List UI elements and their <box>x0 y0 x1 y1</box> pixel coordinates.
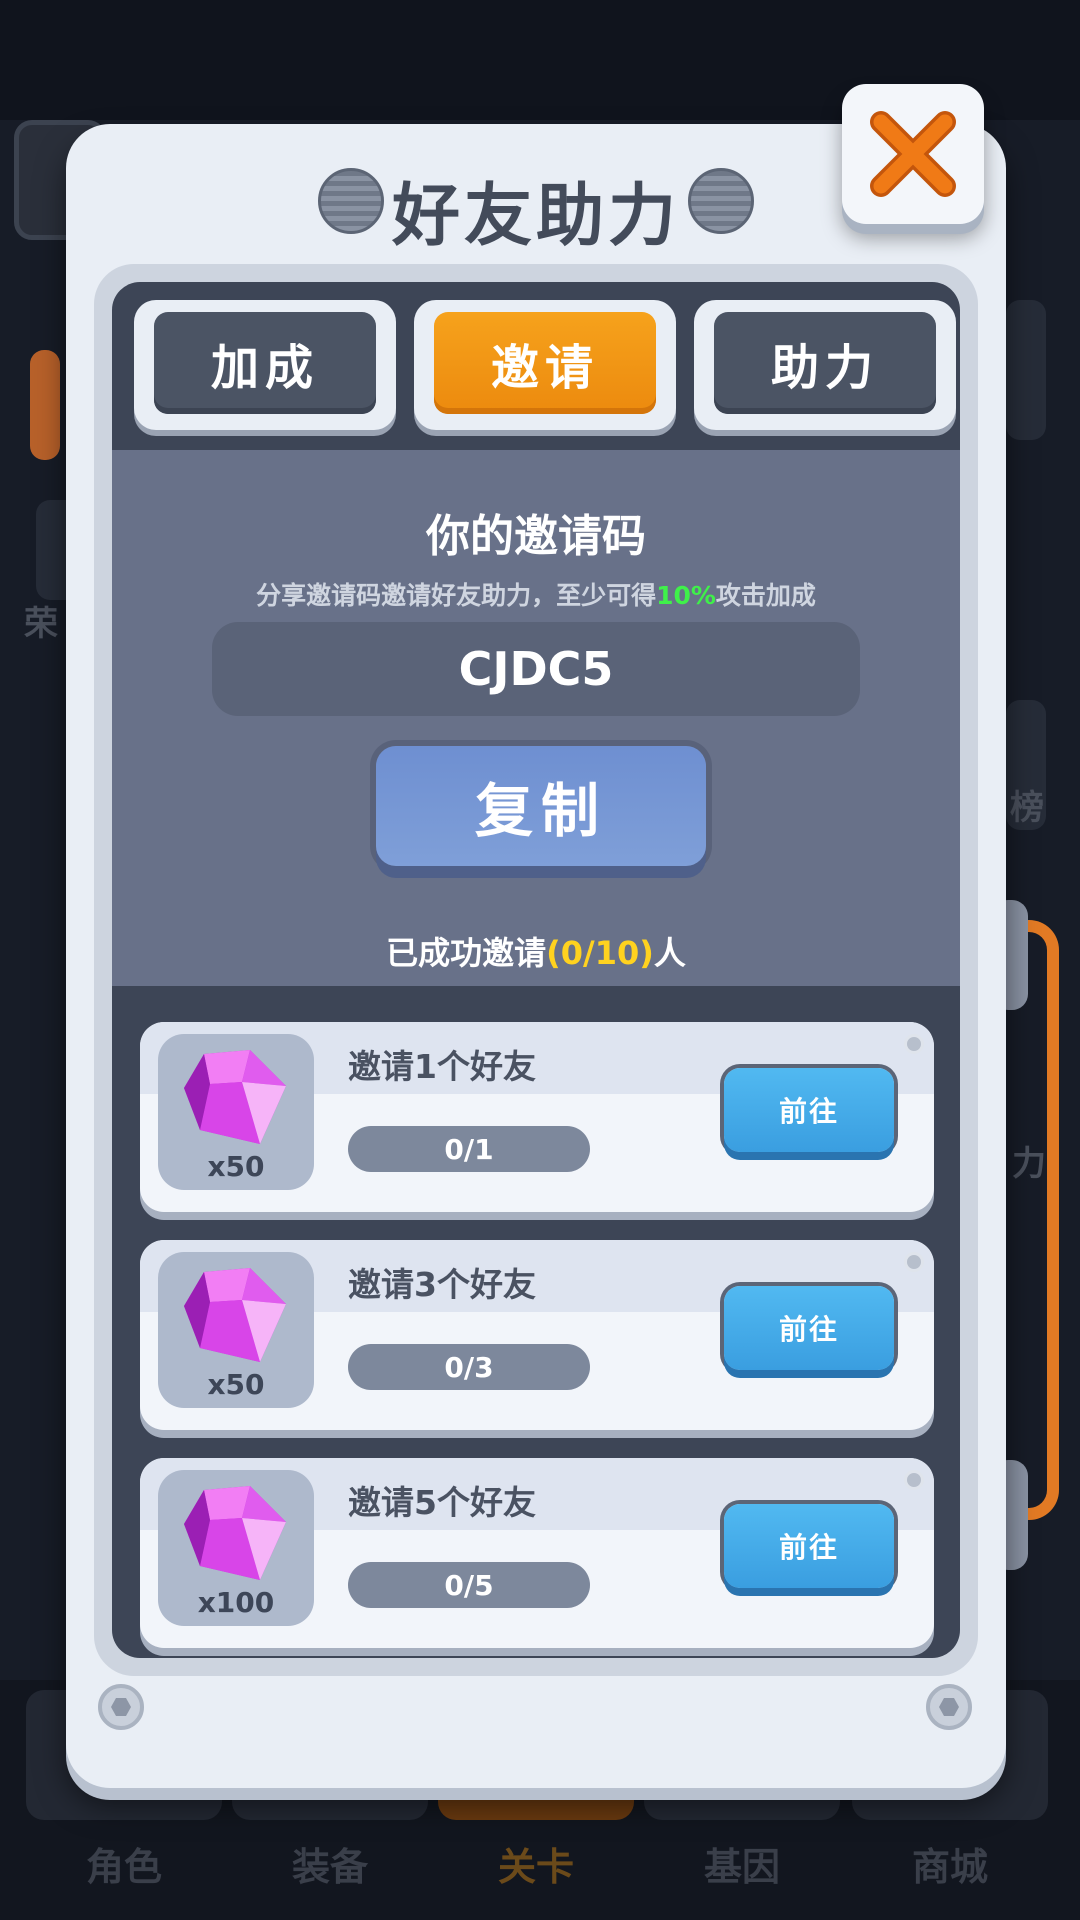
reward-card: x50 邀请1个好友 0/1 前往 <box>140 1022 934 1212</box>
close-button[interactable] <box>842 84 984 224</box>
invite-description-prefix: 分享邀请码邀请好友助力，至少可得 <box>256 581 657 610</box>
invite-code-value: CJDC5 <box>212 622 860 716</box>
reward-card: x100 邀请5个好友 0/5 前往 <box>140 1458 934 1648</box>
invited-count-suffix: 人 <box>653 934 686 972</box>
gem-icon <box>184 1486 286 1580</box>
reward-progress: 0/3 <box>348 1344 590 1390</box>
go-button[interactable]: 前往 <box>724 1068 894 1152</box>
rivet-icon <box>904 1034 924 1054</box>
invited-count: 已成功邀请(0/10)人 <box>112 928 960 974</box>
reward-title: 邀请3个好友 <box>348 1265 536 1304</box>
background-door-handle <box>1015 920 1059 1520</box>
reward-progress: 0/1 <box>348 1126 590 1172</box>
close-x-icon <box>870 111 956 197</box>
invited-count-prefix: 已成功邀请 <box>386 934 547 972</box>
go-button[interactable]: 前往 <box>724 1504 894 1588</box>
gem-icon <box>184 1050 286 1144</box>
reward-title: 邀请5个好友 <box>348 1483 536 1522</box>
background-nav-label: 基因 <box>703 1845 780 1889</box>
dialog-tabs: 加成 邀请 助力 <box>112 282 960 450</box>
tab-invite-label: 邀请 <box>434 312 656 414</box>
invite-description: 分享邀请码邀请好友助力，至少可得10%攻击加成 <box>112 576 960 612</box>
rivet-icon <box>904 1252 924 1272</box>
tab-invite[interactable]: 邀请 <box>414 300 676 430</box>
reward-icon-box: x50 <box>158 1252 314 1408</box>
invited-count-value: (0/10) <box>546 934 654 972</box>
screw-icon <box>926 1684 972 1730</box>
gem-icon <box>184 1268 286 1362</box>
reward-amount: x100 <box>197 1586 275 1619</box>
invite-code-section: 你的邀请码 分享邀请码邀请好友助力，至少可得10%攻击加成 CJDC5 复制 已… <box>112 450 960 986</box>
background-side-item <box>1006 300 1046 440</box>
background-nav-label: 关卡 <box>497 1845 574 1889</box>
reward-list: x50 邀请1个好友 0/1 前往 x50 邀请3个好友 0/3 前往 x100… <box>112 986 960 1658</box>
reward-title: 邀请1个好友 <box>348 1047 536 1086</box>
screw-icon <box>98 1684 144 1730</box>
reward-progress: 0/5 <box>348 1562 590 1608</box>
dialog-content-frame: 加成 邀请 助力 你的邀请码 分享邀请码邀请好友助力，至少可得10%攻击加成 C… <box>94 264 978 1676</box>
tab-assist-label: 助力 <box>714 312 936 414</box>
reward-icon-box: x50 <box>158 1034 314 1190</box>
friend-assist-dialog: 好友助力 加成 邀请 助力 你的邀请码 分享邀请码邀请好友助力，至少可得10%攻… <box>66 124 1006 1788</box>
background-nav-label: 角色 <box>85 1845 162 1889</box>
invite-bonus-percent: 10% <box>656 581 716 610</box>
background-side-tab <box>30 350 60 460</box>
background-side-label: 荣 <box>24 604 58 644</box>
background-nav-label: 商城 <box>911 1845 988 1889</box>
reward-amount: x50 <box>207 1368 265 1401</box>
invite-description-suffix: 攻击加成 <box>715 581 816 610</box>
go-button[interactable]: 前往 <box>724 1286 894 1370</box>
tab-bonus-label: 加成 <box>154 312 376 414</box>
invite-code-heading: 你的邀请码 <box>426 511 646 562</box>
background-nav-label: 装备 <box>291 1845 368 1889</box>
background-side-label: 榜 <box>1010 788 1044 828</box>
tab-bonus[interactable]: 加成 <box>134 300 396 430</box>
reward-amount: x50 <box>207 1150 265 1183</box>
copy-button[interactable]: 复制 <box>376 746 706 866</box>
reward-card: x50 邀请3个好友 0/3 前往 <box>140 1240 934 1430</box>
tab-assist[interactable]: 助力 <box>694 300 956 430</box>
reward-icon-box: x100 <box>158 1470 314 1626</box>
rivet-icon <box>904 1470 924 1490</box>
dialog-content: 加成 邀请 助力 你的邀请码 分享邀请码邀请好友助力，至少可得10%攻击加成 C… <box>112 282 960 1658</box>
